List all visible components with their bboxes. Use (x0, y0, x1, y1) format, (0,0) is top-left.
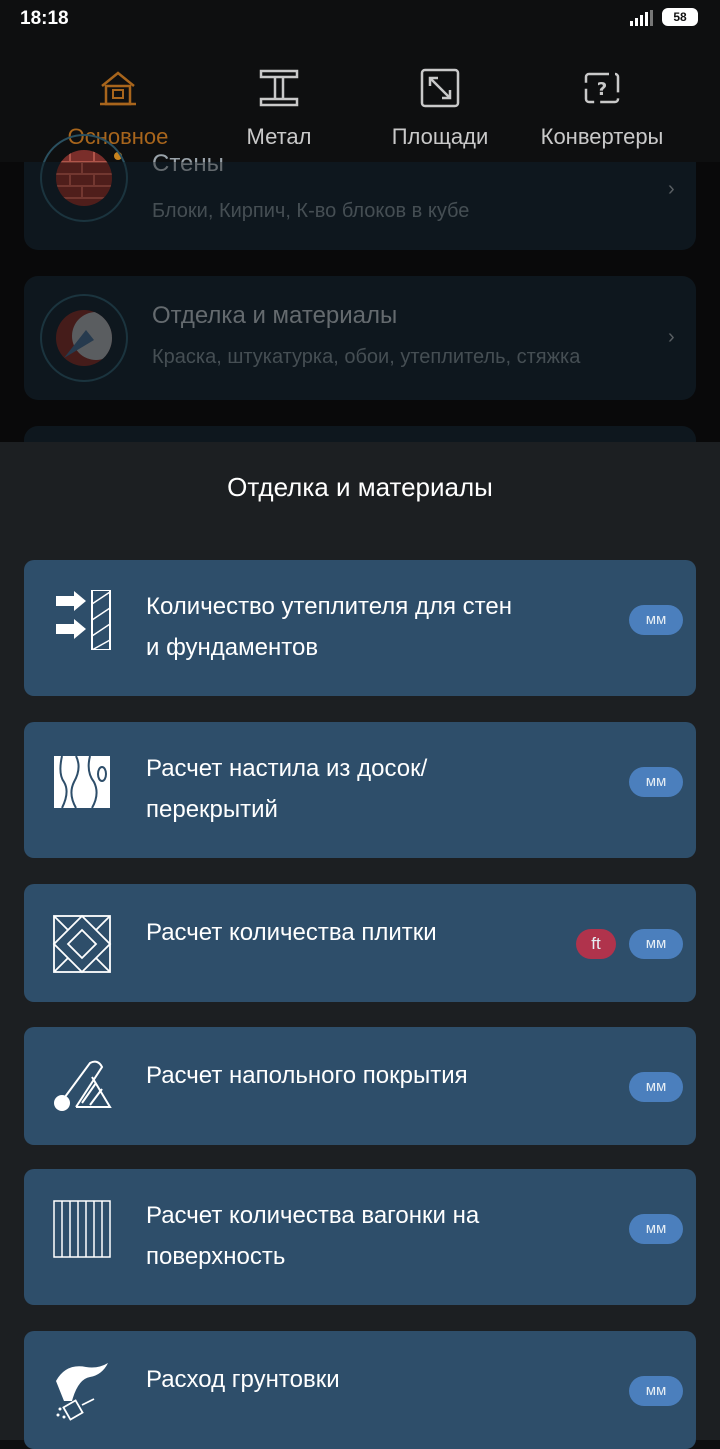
dim-overlay (0, 162, 720, 442)
unit-badge-mm[interactable]: мм (629, 605, 683, 635)
wall-panel-icon (53, 1200, 111, 1258)
item-insulation-label: Количество утеплителя для стен и фундаме… (146, 586, 576, 668)
tab-metal-label: Метал (246, 124, 312, 149)
item-wall-panel[interactable]: Расчет количества вагонки на поверхность… (24, 1169, 696, 1305)
item-wall-panel-label: Расчет количества вагонки на поверхность (146, 1195, 576, 1277)
battery-icon: 58 (662, 8, 698, 26)
tab-areas[interactable]: Площади (350, 62, 530, 162)
item-tiles[interactable]: Расчет количества плитки ft мм (24, 884, 696, 1002)
unit-badge-mm[interactable]: мм (629, 1376, 683, 1406)
floor-roll-icon (54, 1060, 112, 1111)
item-tiles-line1: Расчет количества плитки (146, 919, 437, 946)
tab-metal[interactable]: Метал (189, 62, 369, 162)
unit-badge-mm[interactable]: мм (629, 1072, 683, 1102)
item-decking[interactable]: Расчет настила из досок/ перекрытий мм (24, 722, 696, 858)
item-insulation[interactable]: Количество утеплителя для стен и фундаме… (24, 560, 696, 696)
item-insulation-line2: и фундаментов (146, 634, 319, 661)
expand-arrows-icon (420, 68, 460, 108)
item-primer-label: Расход грунтовки (146, 1359, 576, 1400)
wood-grain-icon (54, 755, 110, 809)
item-decking-line1: Расчет настила из досок/ (146, 755, 428, 782)
unit-badge-mm[interactable]: мм (629, 767, 683, 797)
item-decking-line2: перекрытий (146, 796, 278, 823)
item-primer[interactable]: Расход грунтовки мм (24, 1331, 696, 1449)
item-primer-line1: Расход грунтовки (146, 1366, 340, 1393)
insulation-arrows-icon (56, 590, 111, 650)
item-wall-panel-line2: поверхность (146, 1243, 286, 1270)
status-time: 18:18 (20, 8, 69, 29)
item-insulation-line1: Количество утеплителя для стен (146, 593, 512, 620)
house-brick-icon (100, 71, 136, 106)
signal-icon (630, 10, 653, 26)
unit-badge-mm[interactable]: мм (629, 1214, 683, 1244)
primer-spray-icon (56, 1363, 108, 1421)
tab-areas-label: Площади (391, 124, 489, 149)
unit-badge-mm[interactable]: мм (629, 929, 683, 959)
item-floor-covering-line1: Расчет напольного покрытия (146, 1062, 468, 1089)
tab-converters[interactable]: ? Конвертеры (512, 62, 692, 162)
item-wall-panel-line1: Расчет количества вагонки на (146, 1202, 480, 1229)
tile-pattern-icon (52, 914, 112, 974)
sheet-title: Отделка и материалы (227, 472, 493, 502)
bottom-sheet: Отделка и материалы Количество утеплител… (0, 442, 720, 1449)
svg-text:?: ? (597, 79, 607, 100)
item-decking-label: Расчет настила из досок/ перекрытий (146, 748, 576, 830)
unit-badge-ft[interactable]: ft (576, 929, 616, 959)
battery-level: 58 (673, 10, 687, 24)
status-bar: 18:18 58 (0, 0, 720, 38)
item-floor-covering[interactable]: Расчет напольного покрытия мм (24, 1027, 696, 1145)
convert-question-icon: ? (584, 72, 620, 104)
tab-converters-label: Конвертеры (540, 124, 664, 149)
i-beam-icon (259, 69, 299, 107)
item-floor-covering-label: Расчет напольного покрытия (146, 1055, 576, 1096)
item-tiles-label: Расчет количества плитки (146, 912, 576, 953)
